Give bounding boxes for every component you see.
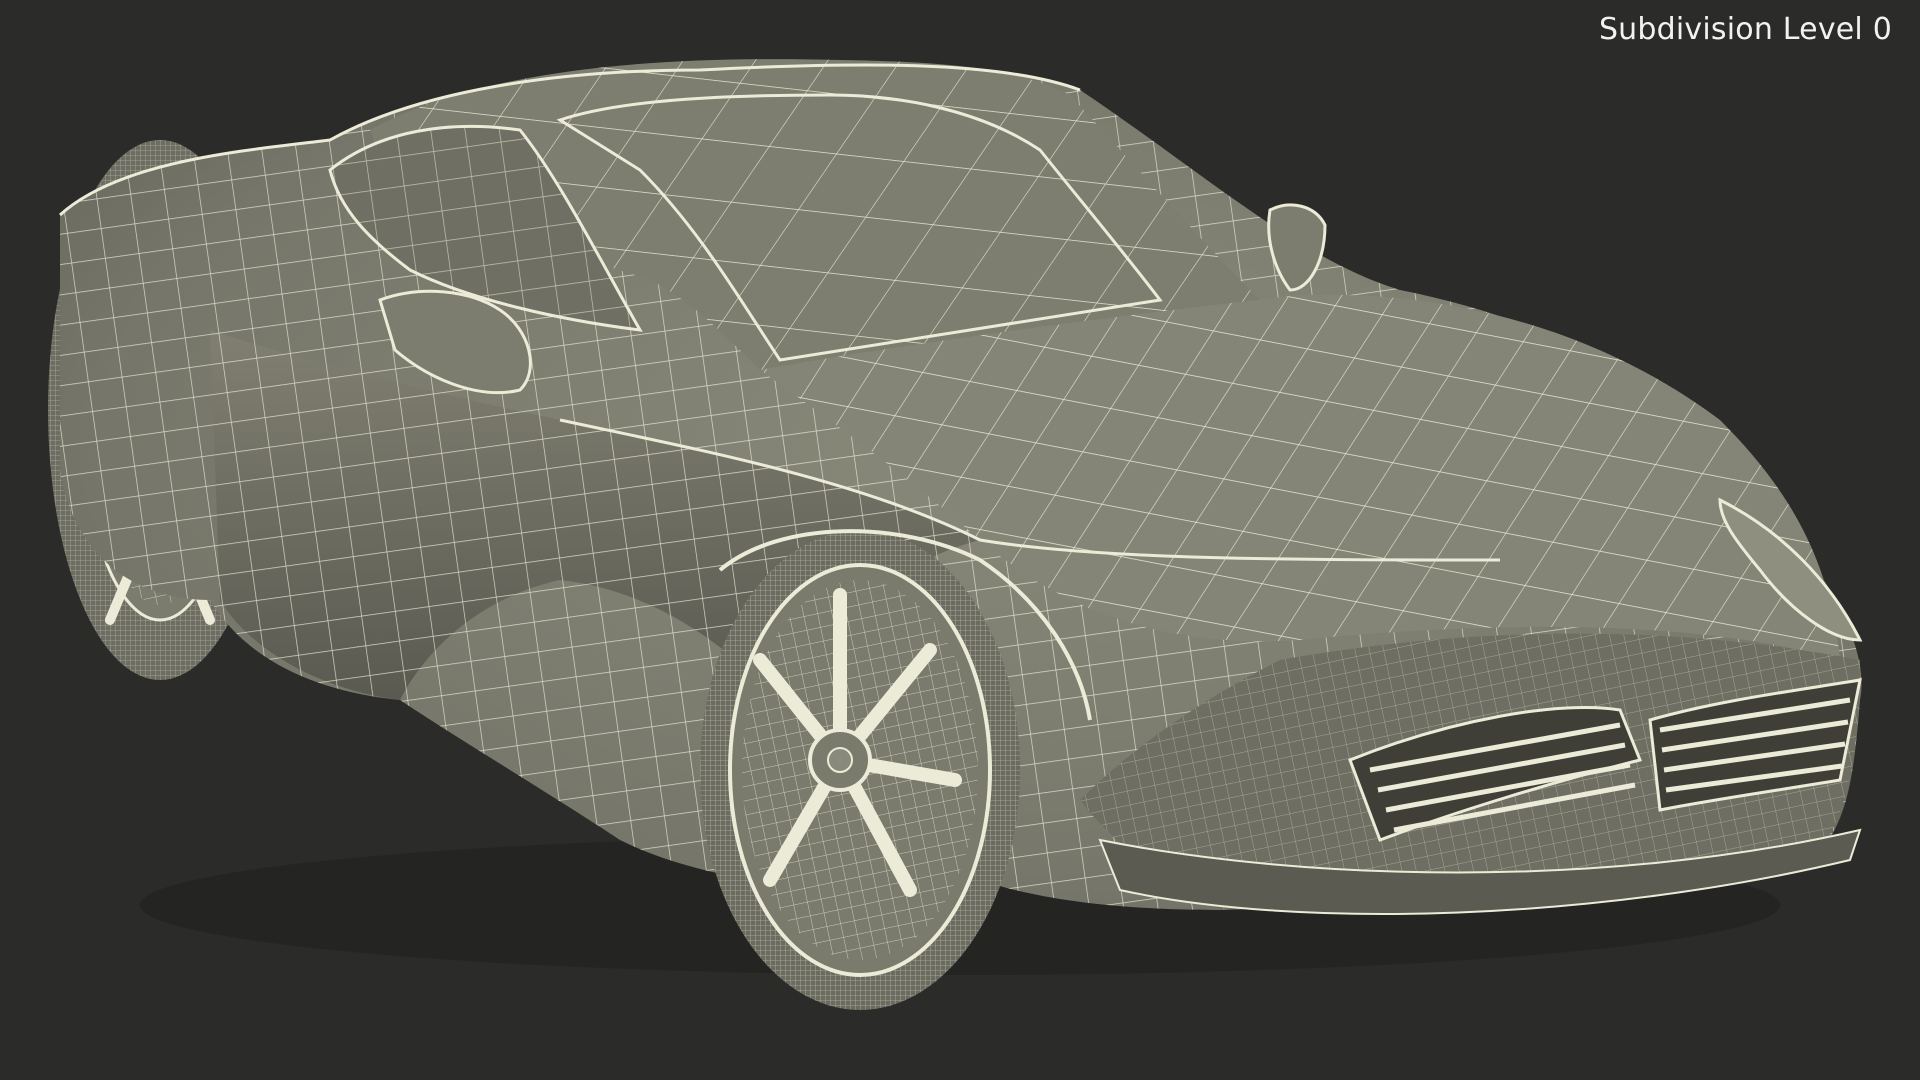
front-wheel	[700, 530, 1020, 1010]
subdivision-level-label: Subdivision Level 0	[1598, 12, 1892, 47]
car-wireframe-render	[48, 59, 1863, 1010]
3d-viewport[interactable]: Subdivision Level 0	[0, 0, 1920, 1080]
